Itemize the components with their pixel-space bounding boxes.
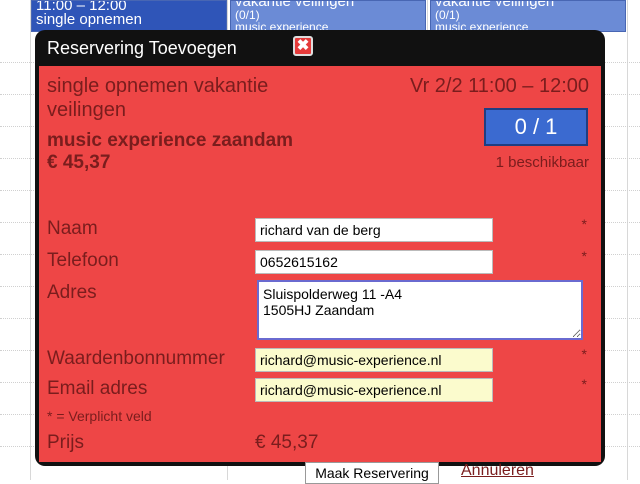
reservation-dialog: Reservering Toevoegen ✖ single opnemen v… [35, 30, 605, 484]
event-date: Vr 2/2 11:00 – 12:00 [409, 75, 589, 97]
event-title: single opnemen vakantie veilingen [47, 75, 269, 121]
required-marker: * [581, 376, 587, 392]
calendar-event[interactable]: vakantie veilingen (0/1) music experienc… [430, 0, 626, 32]
event-location: music experience zaandam [47, 130, 294, 151]
calendar-event[interactable]: vakantie veilingen (0/1) music experienc… [230, 0, 426, 32]
price-value: € 45,37 [255, 432, 319, 453]
cancel-link[interactable]: Annuleren [461, 462, 534, 480]
availability-text: 1 beschikbaar [495, 154, 589, 171]
required-field-note: * = Verplicht veld [47, 408, 152, 424]
price-label: Prijs [47, 432, 84, 453]
calendar-column-divider [627, 0, 628, 480]
address-label: Adres [47, 282, 97, 303]
required-marker: * [581, 248, 587, 264]
name-input[interactable] [255, 218, 493, 242]
calendar-column-divider [30, 0, 31, 480]
dialog-title: Reservering Toevoegen [47, 38, 237, 58]
email-label: Email adres [47, 378, 148, 399]
voucher-input[interactable] [255, 348, 493, 372]
booking-counter: 0 / 1 [484, 108, 588, 146]
calendar-event-selected[interactable]: 11:00 – 12:00 single opnemen [31, 0, 227, 32]
voucher-label: Waardenbonnummer [47, 348, 225, 369]
required-marker: * [581, 346, 587, 362]
address-textarea[interactable]: Sluispolderweg 11 -A4 1505HJ Zaandam [257, 280, 583, 340]
email-input[interactable] [255, 378, 493, 402]
close-icon[interactable]: ✖ [293, 36, 313, 56]
required-marker: * [581, 216, 587, 232]
event-title: vakantie veilingen [435, 0, 555, 10]
phone-input[interactable] [255, 250, 493, 274]
event-price: € 45,37 [47, 152, 111, 173]
submit-reservation-button[interactable]: Maak Reservering [305, 462, 439, 484]
name-label: Naam [47, 218, 98, 239]
event-title: vakantie veilingen [235, 0, 355, 10]
phone-label: Telefoon [47, 250, 119, 271]
event-title: single opnemen [36, 11, 142, 28]
reservation-form: single opnemen vakantie veilingen Vr 2/2… [39, 66, 601, 484]
